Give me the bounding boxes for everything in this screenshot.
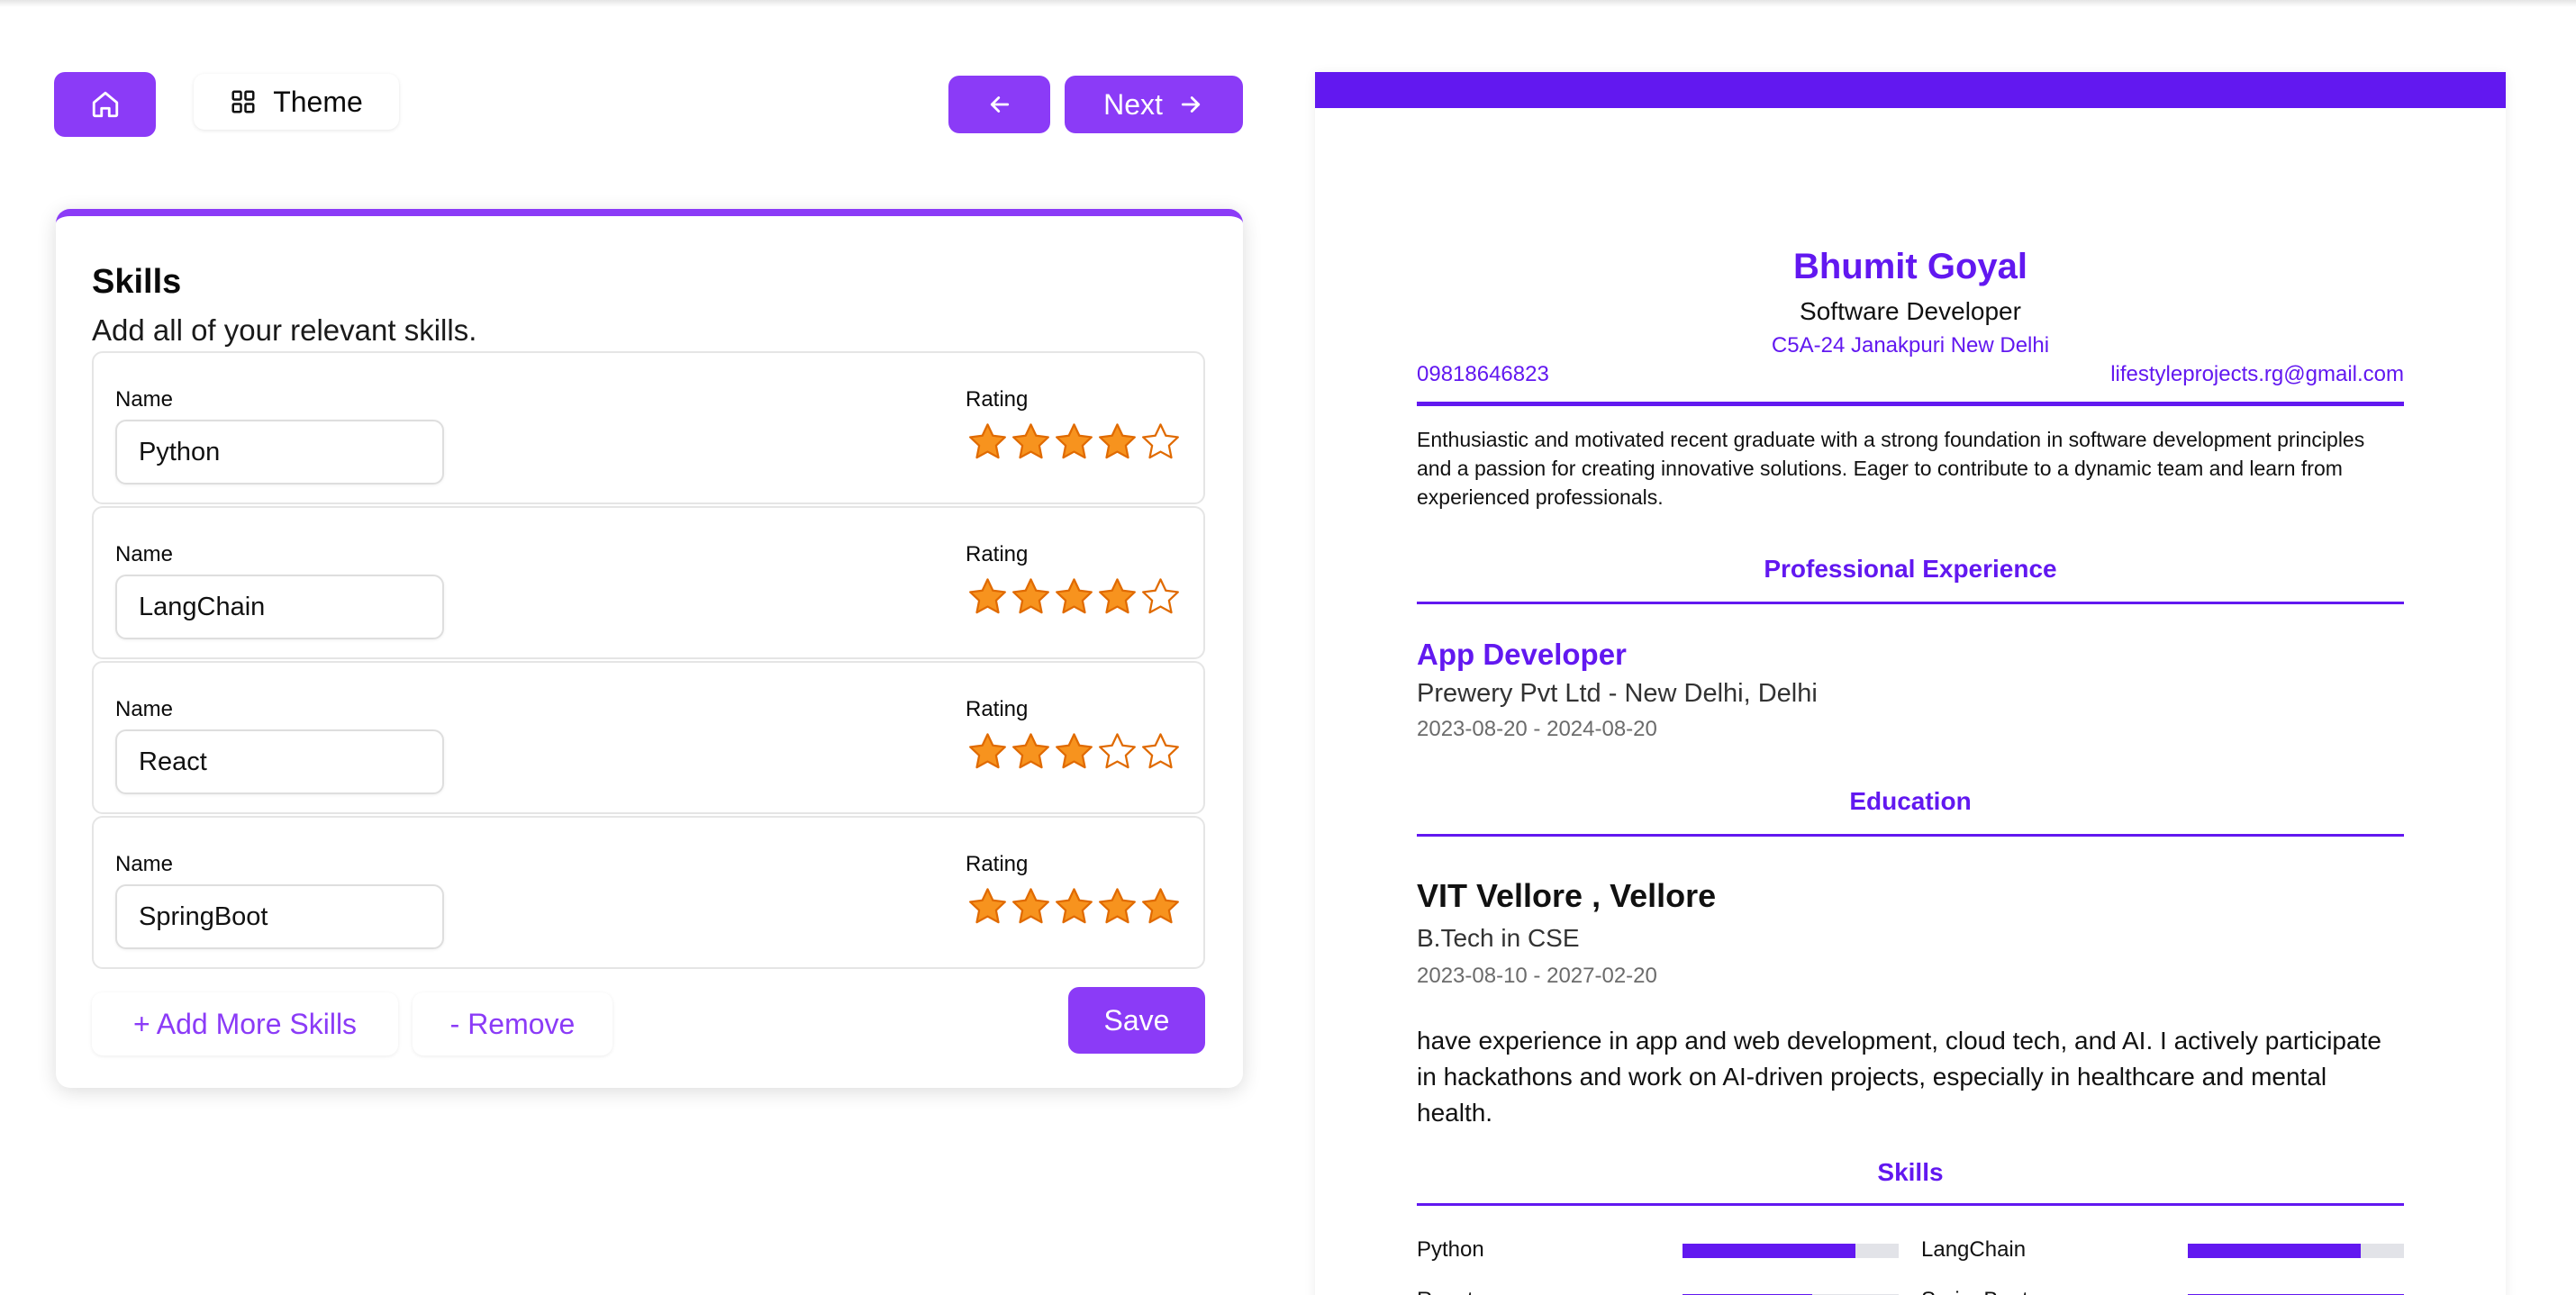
- skill-name-input[interactable]: [115, 420, 444, 484]
- job-dates: 2023-08-20 - 2024-08-20: [1417, 717, 1657, 741]
- star-filled-icon[interactable]: [1140, 886, 1181, 927]
- home-button[interactable]: [54, 72, 156, 137]
- star-filled-icon[interactable]: [967, 576, 1008, 617]
- education-dates: 2023-08-10 - 2027-02-20: [1417, 964, 1657, 988]
- star-rating[interactable]: [967, 731, 1181, 772]
- star-empty-icon[interactable]: [1097, 731, 1138, 772]
- resume-skill-name: Python: [1417, 1237, 1484, 1262]
- skills-form-title: Skills: [92, 263, 182, 301]
- add-more-skills-button[interactable]: + Add More Skills: [92, 992, 398, 1055]
- next-button[interactable]: Next: [1065, 76, 1243, 133]
- star-empty-icon[interactable]: [1140, 731, 1181, 772]
- skill-name-label: Name: [115, 697, 174, 721]
- education-description: have experience in app and web developme…: [1417, 1027, 2381, 1127]
- job-title: App Developer: [1417, 638, 1627, 671]
- skill-row: Name Rating: [92, 661, 1205, 814]
- resume-preview: Bhumit Goyal Software Developer C5A-24 J…: [1315, 72, 2506, 1295]
- resume-phone: 09818646823: [1417, 362, 1549, 386]
- skill-row: Name Rating: [92, 506, 1205, 659]
- resume-role: Software Developer: [1800, 297, 2021, 325]
- star-filled-icon[interactable]: [1097, 421, 1138, 462]
- education-school: VIT Vellore , Vellore: [1417, 877, 1717, 914]
- skill-name-input[interactable]: [115, 884, 444, 949]
- skill-name-input[interactable]: [115, 575, 444, 639]
- skills-form-card: Skills Add all of your relevant skills. …: [56, 209, 1243, 1088]
- resume-skill-name: SpringBoot: [1921, 1288, 2028, 1295]
- skill-name-label: Name: [115, 387, 174, 412]
- star-rating[interactable]: [967, 886, 1181, 927]
- star-filled-icon[interactable]: [1097, 886, 1138, 927]
- resume-skill-bar-fill: [1683, 1244, 1855, 1258]
- star-filled-icon[interactable]: [1054, 576, 1094, 617]
- education-heading: Education: [1849, 787, 1972, 815]
- star-empty-icon[interactable]: [1140, 576, 1181, 617]
- experience-heading: Professional Experience: [1764, 555, 2057, 583]
- home-icon: [92, 91, 118, 118]
- top-shadow: [0, 0, 2576, 7]
- remove-skill-button[interactable]: - Remove: [413, 992, 612, 1055]
- resume-skill-name: React: [1417, 1288, 1474, 1295]
- star-empty-icon[interactable]: [1140, 421, 1181, 462]
- star-filled-icon[interactable]: [1054, 886, 1094, 927]
- education-divider: [1417, 834, 2404, 837]
- star-filled-icon[interactable]: [1011, 731, 1051, 772]
- skill-row: Name Rating: [92, 816, 1205, 969]
- theme-button[interactable]: Theme: [194, 74, 399, 130]
- editor-toolbar: Theme Next: [54, 72, 1243, 137]
- previous-button[interactable]: [948, 76, 1050, 133]
- skills-form-subtitle: Add all of your relevant skills.: [92, 313, 477, 347]
- theme-button-label: Theme: [273, 85, 363, 118]
- skill-rating-label: Rating: [966, 542, 1029, 566]
- star-filled-icon[interactable]: [967, 886, 1008, 927]
- next-button-label: Next: [1103, 87, 1163, 121]
- star-filled-icon[interactable]: [1011, 886, 1051, 927]
- skill-name-label: Name: [115, 852, 174, 876]
- skill-name-input[interactable]: [115, 729, 444, 794]
- resume-skill-name: LangChain: [1921, 1237, 2027, 1262]
- arrow-left-icon: [990, 96, 1009, 113]
- grid-icon: [231, 90, 255, 113]
- star-filled-icon[interactable]: [967, 421, 1008, 462]
- skill-name-label: Name: [115, 542, 174, 566]
- job-company: Prewery Pvt Ltd - New Delhi, Delhi: [1417, 679, 1818, 708]
- star-filled-icon[interactable]: [1054, 731, 1094, 772]
- education-degree: B.Tech in CSE: [1417, 924, 1580, 952]
- resume-skill-bar: [1683, 1244, 1899, 1258]
- skills-divider: [1417, 1203, 2404, 1206]
- resume-address: C5A-24 Janakpuri New Delhi: [1771, 333, 2050, 358]
- star-filled-icon[interactable]: [1097, 576, 1138, 617]
- resume-email: lifestyleprojects.rg@gmail.com: [2110, 362, 2404, 386]
- star-filled-icon[interactable]: [1054, 421, 1094, 462]
- skill-rating-label: Rating: [966, 697, 1029, 721]
- star-rating[interactable]: [967, 421, 1181, 462]
- skill-rating-label: Rating: [966, 852, 1029, 876]
- skill-row: Name Rating: [92, 351, 1205, 504]
- star-filled-icon[interactable]: [967, 731, 1008, 772]
- star-filled-icon[interactable]: [1011, 421, 1051, 462]
- experience-divider: [1417, 602, 2404, 604]
- star-filled-icon[interactable]: [1011, 576, 1051, 617]
- resume-skill-bar: [2188, 1244, 2404, 1258]
- arrow-right-icon: [1181, 96, 1201, 113]
- resume-header-divider: [1417, 402, 2404, 406]
- resume-name: Bhumit Goyal: [1792, 247, 2028, 286]
- star-rating[interactable]: [967, 576, 1181, 617]
- save-button[interactable]: Save: [1068, 987, 1205, 1054]
- skills-heading: Skills: [1877, 1158, 1944, 1186]
- resume-skill-bar-fill: [2188, 1244, 2361, 1258]
- resume-summary: Enthusiastic and motivated recent gradua…: [1417, 428, 2365, 509]
- skill-rating-label: Rating: [966, 387, 1029, 412]
